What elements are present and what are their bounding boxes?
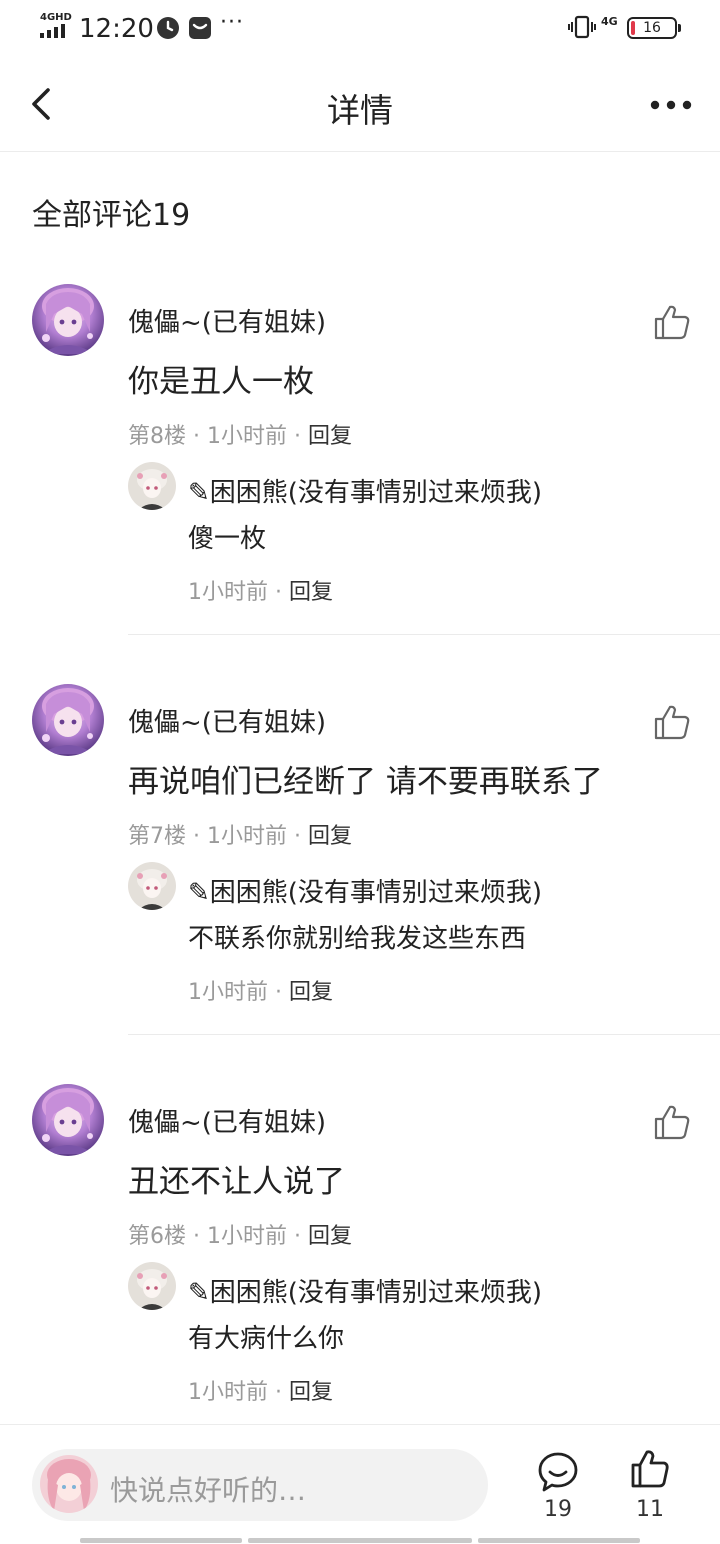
comment-input[interactable]: 快说点好听的… (32, 1449, 488, 1521)
floor-number: 第7楼 (128, 824, 186, 849)
signal-icon (40, 24, 65, 38)
clock-time: 12:20 (79, 14, 154, 44)
comment-item: 傀儡~(已有姐妹) 再说咱们已经断了 请不要再联系了 第7楼 · 1小时前 · … (0, 684, 720, 1084)
home-indicator-center (248, 1538, 472, 1543)
like-icon[interactable] (652, 702, 692, 742)
home-indicator-left (80, 1538, 242, 1543)
comment-text: 再说咱们已经断了 请不要再联系了 (128, 764, 603, 800)
comment-count: 19 (544, 1497, 572, 1522)
comment-text: 丑还不让人说了 (128, 1164, 345, 1200)
comment-meta: 第6楼 · 1小时前 · 回复 (128, 1218, 352, 1250)
separator-dot: · (193, 824, 200, 849)
reply-user-name[interactable]: ✎困困熊(没有事情别过来烦我) (188, 1272, 542, 1309)
reply-avatar[interactable] (128, 1262, 176, 1310)
my-avatar-image (40, 1455, 98, 1513)
comment-time: 1小时前 (207, 424, 287, 449)
reply-avatar-image (128, 1262, 176, 1310)
separator-dot: · (275, 980, 282, 1005)
floor-number: 第8楼 (128, 424, 186, 449)
message-icon (189, 17, 211, 39)
reply-meta: 1小时前 · 回复 (188, 974, 333, 1006)
input-placeholder: 快说点好听的… (110, 1474, 307, 1507)
reply-user-name[interactable]: ✎困困熊(没有事情别过来烦我) (188, 872, 542, 909)
my-avatar (40, 1455, 98, 1513)
avatar-image (32, 1084, 104, 1156)
reply-time: 1小时前 (188, 1380, 268, 1405)
like-icon[interactable] (652, 302, 692, 342)
avatar[interactable] (32, 1084, 104, 1156)
separator-dot: · (193, 424, 200, 449)
page-title: 详情 (327, 91, 393, 130)
avatar-image (32, 684, 104, 756)
separator-dot: · (275, 580, 282, 605)
comment-item: 傀儡~(已有姐妹) 你是丑人一枚 第8楼 · 1小时前 · 回复 ✎困困熊(没有… (0, 284, 720, 684)
separator-dot: · (275, 1380, 282, 1405)
divider (128, 634, 720, 635)
separator-dot: · (294, 1224, 301, 1249)
comment-user-name[interactable]: 傀儡~(已有姐妹) (128, 302, 326, 339)
avatar[interactable] (32, 684, 104, 756)
comment-user-name[interactable]: 傀儡~(已有姐妹) (128, 702, 326, 739)
more-notifications: ··· (220, 10, 244, 35)
comment-time: 1小时前 (207, 824, 287, 849)
clock-icon (157, 17, 179, 39)
comment-user-name[interactable]: 傀儡~(已有姐妹) (128, 1102, 326, 1139)
battery-level: 16 (643, 20, 661, 36)
reply-avatar[interactable] (128, 862, 176, 910)
comments-section-title: 全部评论19 (32, 198, 191, 233)
comment-text: 你是丑人一枚 (128, 364, 314, 400)
comment-icon[interactable] (537, 1451, 579, 1493)
network-type: 4GHD (40, 12, 72, 23)
reply-text: 不联系你就别给我发这些东西 (188, 924, 527, 954)
reply-button[interactable]: 回复 (308, 1224, 352, 1249)
floor-number: 第6楼 (128, 1224, 186, 1249)
vibrate-icon (568, 15, 596, 39)
like-icon[interactable] (652, 1102, 692, 1142)
separator-dot: · (294, 424, 301, 449)
like-count: 11 (636, 1497, 664, 1522)
reply-button[interactable]: 回复 (308, 824, 352, 849)
more-icon[interactable] (646, 90, 696, 120)
reply-meta: 1小时前 · 回复 (188, 574, 333, 606)
reply-time: 1小时前 (188, 980, 268, 1005)
reply-avatar-image (128, 462, 176, 510)
reply-user-name[interactable]: ✎困困熊(没有事情别过来烦我) (188, 472, 542, 509)
comment-time: 1小时前 (207, 1224, 287, 1249)
comment-meta: 第7楼 · 1小时前 · 回复 (128, 818, 352, 850)
reply-avatar-image (128, 862, 176, 910)
home-indicator-right (478, 1538, 640, 1543)
comment-meta: 第8楼 · 1小时前 · 回复 (128, 418, 352, 450)
status-bar: 4GHD 12:20 ··· 4G 16 (0, 0, 720, 56)
reply-meta: 1小时前 · 回复 (188, 1374, 333, 1406)
reply-button[interactable]: 回复 (289, 1380, 333, 1405)
separator-dot: · (294, 824, 301, 849)
reply-button[interactable]: 回复 (308, 424, 352, 449)
reply-text: 有大病什么你 (188, 1324, 345, 1354)
bottom-bar: 快说点好听的… 19 11 (0, 1424, 720, 1544)
network-type-right: 4G (601, 15, 618, 28)
reply-button[interactable]: 回复 (289, 980, 333, 1005)
avatar[interactable] (32, 284, 104, 356)
divider (128, 1034, 720, 1035)
top-nav: 详情 (0, 60, 720, 152)
reply-text: 傻一枚 (188, 524, 267, 554)
reply-avatar[interactable] (128, 462, 176, 510)
avatar-image (32, 284, 104, 356)
like-icon[interactable] (630, 1449, 670, 1489)
reply-button[interactable]: 回复 (289, 580, 333, 605)
battery-icon: 16 (627, 17, 681, 39)
reply-time: 1小时前 (188, 580, 268, 605)
separator-dot: · (193, 1224, 200, 1249)
